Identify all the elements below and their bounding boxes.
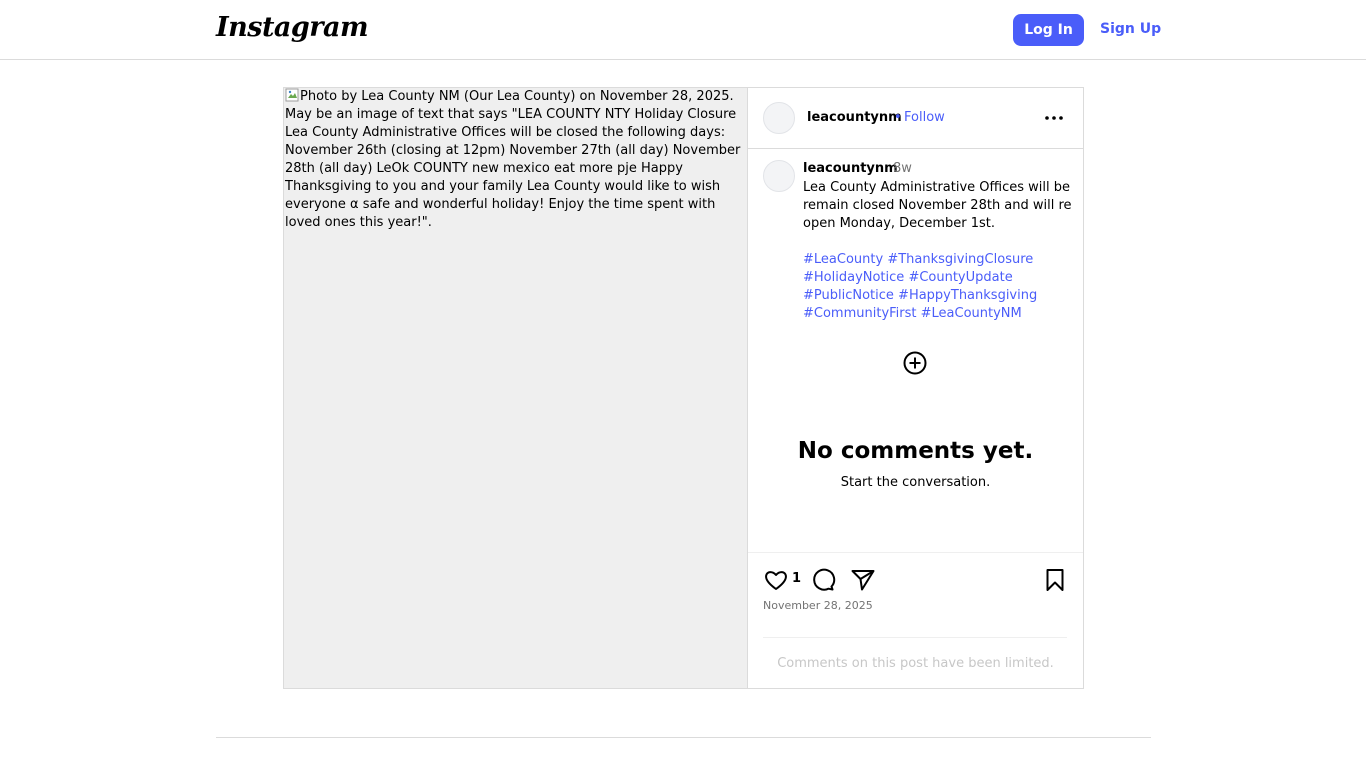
caption-timestamp[interactable]: 8w <box>893 161 912 176</box>
heart-icon[interactable] <box>763 567 789 593</box>
avatar[interactable] <box>763 102 795 134</box>
caption-avatar[interactable] <box>763 160 795 192</box>
hashtag-link[interactable]: #CommunityFirst <box>803 306 917 321</box>
post-date[interactable]: November 28, 2025 <box>763 599 873 612</box>
caption-username[interactable]: leacountynm <box>803 161 898 176</box>
separator-dot: • <box>894 110 902 125</box>
hashtag-list: #LeaCounty #ThanksgivingClosure #Holiday… <box>803 251 1073 323</box>
hashtag-link[interactable]: #PublicNotice <box>803 288 894 303</box>
like-count[interactable]: 1 <box>792 571 801 586</box>
hashtag-link[interactable]: #CountyUpdate <box>908 270 1012 285</box>
hashtag-link[interactable]: #HolidayNotice <box>803 270 904 285</box>
post-actions: 1 November 28, 2025 Comments on this pos… <box>748 552 1083 688</box>
no-comments-title: No comments yet. <box>797 438 1034 464</box>
bookmark-icon[interactable] <box>1042 567 1068 593</box>
signup-link[interactable]: Sign Up <box>1100 21 1161 37</box>
caption-text: Lea County Administrative Offices will b… <box>803 180 1072 231</box>
comment-icon[interactable] <box>810 567 836 593</box>
photo-alt-text: Photo by Lea County NM (Our Lea County) … <box>284 88 747 232</box>
top-nav-bar: Instagram Log In Sign Up <box>0 0 1366 60</box>
plus-circle-icon[interactable] <box>902 350 928 376</box>
footer-divider <box>216 737 1151 738</box>
divider <box>763 637 1067 638</box>
post-username[interactable]: leacountynm <box>807 110 902 125</box>
follow-button[interactable]: Follow <box>904 110 945 125</box>
hashtag-link[interactable]: #HappyThanksgiving <box>898 288 1037 303</box>
hashtag-link[interactable]: #LeaCountyNM <box>921 306 1022 321</box>
broken-image-icon <box>285 88 299 102</box>
hashtag-link[interactable]: #LeaCounty <box>803 252 883 267</box>
post-container: Photo by Lea County NM (Our Lea County) … <box>283 87 1084 689</box>
post-header: leacountynm • Follow <box>748 88 1083 149</box>
more-options-icon[interactable] <box>1044 110 1064 126</box>
no-comments-subtitle: Start the conversation. <box>840 475 991 490</box>
login-button[interactable]: Log In <box>1013 14 1084 46</box>
hashtag-link[interactable]: #ThanksgivingClosure <box>887 252 1033 267</box>
post-photo[interactable]: Photo by Lea County NM (Our Lea County) … <box>284 88 748 688</box>
instagram-logo[interactable]: Instagram <box>216 12 369 43</box>
post-sidebar: leacountynm • Follow leacountynm 8w Lea … <box>748 88 1083 688</box>
photo-alt-caption: Photo by Lea County NM (Our Lea County) … <box>285 89 741 230</box>
comments-limited-notice: Comments on this post have been limited. <box>777 656 1054 671</box>
share-icon[interactable] <box>850 567 876 593</box>
